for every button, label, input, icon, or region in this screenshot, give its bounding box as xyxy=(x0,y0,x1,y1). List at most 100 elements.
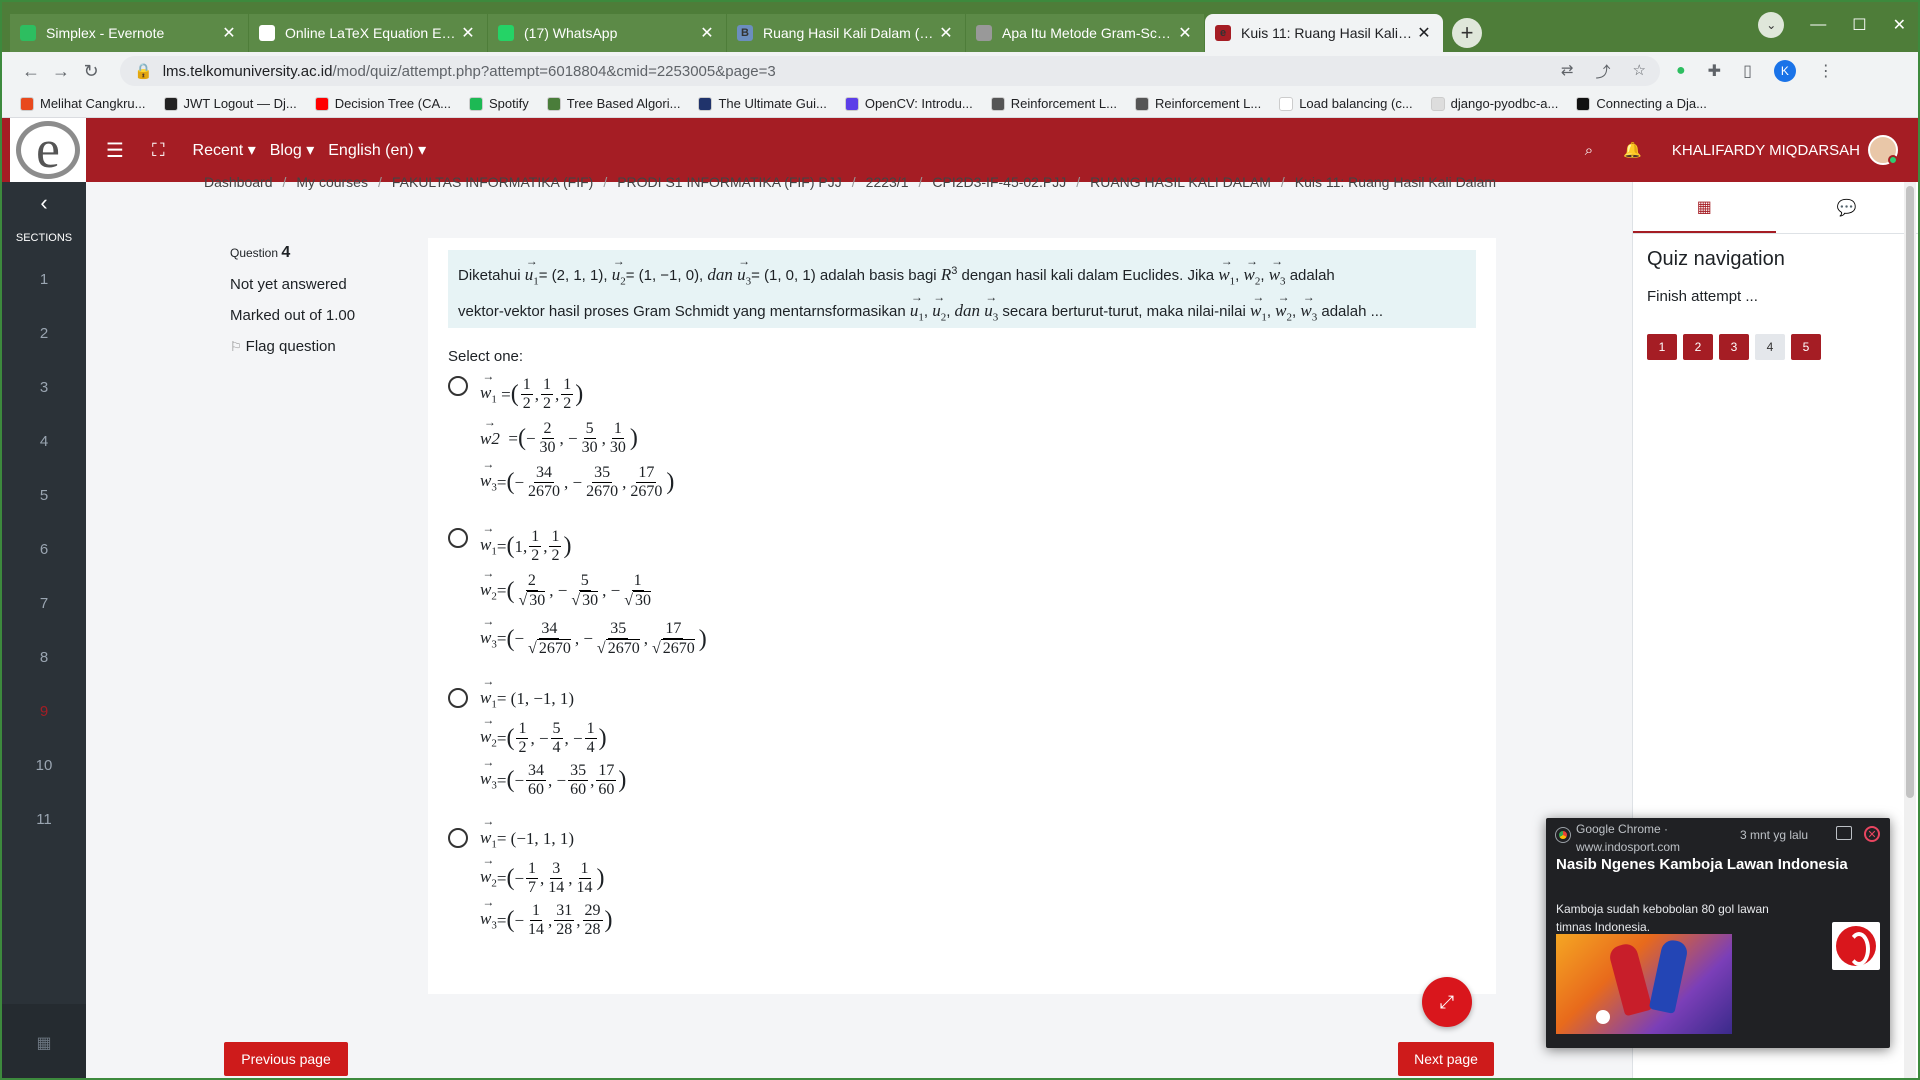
breadcrumb-item[interactable]: FAKULTAS INFORMATIKA (FIF) xyxy=(392,174,593,190)
radio-option-a[interactable] xyxy=(448,376,468,396)
tab-close-icon[interactable]: ✕ xyxy=(698,23,716,43)
tab-close-icon[interactable]: ✕ xyxy=(459,23,477,43)
quiz-nav-question-button[interactable]: 4 xyxy=(1755,334,1785,360)
search-icon[interactable]: ⌕ xyxy=(1585,142,1593,159)
browser-tab[interactable]: Simplex - Evernote ✕ xyxy=(10,14,248,52)
breadcrumb-item[interactable]: CPI2D3-IF-45-02.PJJ xyxy=(932,174,1066,190)
bookmark-item[interactable]: Melihat Cangkru... xyxy=(20,96,146,111)
bookmark-item[interactable]: The Ultimate Gui... xyxy=(698,96,827,111)
browser-tab[interactable]: (17) WhatsApp ✕ xyxy=(488,14,726,52)
qtext-R: R xyxy=(940,265,952,284)
tab-close-icon[interactable]: ✕ xyxy=(937,23,955,43)
bookmark-item[interactable]: Spotify xyxy=(469,96,529,111)
tab-favicon-icon xyxy=(259,25,275,41)
radio-option-b[interactable] xyxy=(448,528,468,548)
back-icon[interactable]: ← xyxy=(16,61,46,82)
quiz-nav-question-button[interactable]: 5 xyxy=(1791,334,1821,360)
site-logo[interactable]: e xyxy=(10,118,86,182)
quiz-nav-question-button[interactable]: 2 xyxy=(1683,334,1713,360)
previous-page-button[interactable]: Previous page xyxy=(224,1042,348,1076)
side-panel-icon[interactable]: ▯ xyxy=(1743,61,1752,81)
flag-question-link[interactable]: ⚐ Flag question xyxy=(230,338,410,355)
evernote-extension-icon[interactable]: ● xyxy=(1676,62,1686,80)
user-avatar[interactable] xyxy=(1868,135,1898,165)
bookmark-item[interactable]: OpenCV: Introdu... xyxy=(844,96,973,111)
qtext-part: adalah ... xyxy=(1321,303,1384,321)
new-tab-button[interactable]: + xyxy=(1452,18,1482,48)
blog-menu[interactable]: Blog ▾ xyxy=(270,140,315,160)
browser-tab[interactable]: Apa Itu Metode Gram-Schmidt ✕ xyxy=(966,14,1204,52)
browser-tab[interactable]: Online LaTeX Equation Editor ✕ xyxy=(249,14,487,52)
breadcrumb-item[interactable]: My courses xyxy=(296,174,368,190)
lock-icon[interactable]: 🔒 xyxy=(134,62,153,80)
browser-window: Simplex - Evernote ✕ Online LaTeX Equation… xyxy=(0,0,1920,1080)
bookmark-item[interactable]: Tree Based Algori... xyxy=(546,96,680,111)
bookmark-item[interactable]: Decision Tree (CA... xyxy=(314,96,451,111)
tab-blocks[interactable]: ▦ xyxy=(1633,182,1776,233)
bookmark-item[interactable]: Reinforcement L... xyxy=(1134,96,1261,111)
notification-close-icon[interactable]: ✕ xyxy=(1864,826,1880,842)
tab-messages[interactable]: 💬 xyxy=(1776,182,1919,233)
section-link[interactable]: 5 xyxy=(2,468,86,522)
radio-option-c[interactable] xyxy=(448,688,468,708)
hamburger-menu-icon[interactable]: ☰ xyxy=(106,138,124,163)
reload-icon[interactable]: ↻ xyxy=(76,61,106,82)
notification-bell-icon[interactable]: 🔔 xyxy=(1623,141,1642,159)
profile-avatar[interactable]: K xyxy=(1773,60,1796,82)
bookmark-item[interactable]: django-pyodbc-a... xyxy=(1430,96,1558,111)
breadcrumb-item[interactable]: PRODI S1 INFORMATIKA (FIF) PJJ xyxy=(617,174,842,190)
fullscreen-toggle-button[interactable]: ⤢ xyxy=(1422,977,1472,1027)
tab-close-icon[interactable]: ✕ xyxy=(1415,23,1433,43)
quiz-nav-question-button[interactable]: 3 xyxy=(1719,334,1749,360)
chrome-notification[interactable]: Google Chrome · www.indosport.com 3 mnt … xyxy=(1546,818,1890,1048)
recent-menu[interactable]: Recent ▾ xyxy=(193,140,256,160)
close-window-button[interactable]: ✕ xyxy=(1893,15,1906,35)
translate-icon[interactable]: ⇄ xyxy=(1561,61,1574,82)
bookmark-item[interactable]: Reinforcement L... xyxy=(990,96,1117,111)
page-scrollbar[interactable] xyxy=(1904,182,1916,1078)
address-bar[interactable]: 🔒 lms.telkomuniversity.ac.id/mod/quiz/at… xyxy=(120,56,1660,86)
maximize-button[interactable]: ☐ xyxy=(1852,15,1866,35)
section-link[interactable]: 10 xyxy=(2,738,86,792)
fullscreen-icon[interactable]: ⛶ xyxy=(152,140,165,161)
extensions-icon[interactable]: ✚ xyxy=(1708,61,1721,81)
section-link[interactable]: 4 xyxy=(2,414,86,468)
vec-w1: w1 xyxy=(480,369,497,406)
qtext-u1-value: = (2, 1, 1), xyxy=(538,267,608,284)
radio-option-d[interactable] xyxy=(448,828,468,848)
minimize-button[interactable]: — xyxy=(1810,16,1826,34)
tab-close-icon[interactable]: ✕ xyxy=(1176,23,1194,43)
collapse-drawer-icon[interactable]: ‹ xyxy=(2,182,86,224)
notification-settings-icon[interactable] xyxy=(1836,826,1852,840)
bookmark-item[interactable]: JWT Logout — Dj... xyxy=(163,96,297,111)
browser-tab[interactable]: e Kuis 11: Ruang Hasil Kali Dalam✕ xyxy=(1205,14,1443,52)
breadcrumb-item[interactable]: 2223/1 xyxy=(866,174,909,190)
share-icon[interactable]: ⤴ xyxy=(1596,61,1611,82)
breadcrumb-item[interactable]: RUANG HASIL KALI DALAM xyxy=(1090,174,1271,190)
section-link[interactable]: 3 xyxy=(2,360,86,414)
next-page-button[interactable]: Next page xyxy=(1398,1042,1494,1076)
bookmark-star-icon[interactable]: ☆ xyxy=(1633,61,1646,82)
section-link[interactable]: 7 xyxy=(2,576,86,630)
menu-icon[interactable]: ⋮ xyxy=(1818,61,1834,81)
breadcrumb-item[interactable]: Kuis 11: Ruang Hasil Kali Dalam xyxy=(1295,174,1496,190)
section-link[interactable]: 2 xyxy=(2,306,86,360)
section-link[interactable]: 1 xyxy=(2,252,86,306)
section-link[interactable]: 11 xyxy=(2,792,86,846)
language-menu[interactable]: English (en) ▾ xyxy=(328,140,426,160)
drawer-footer-icon[interactable]: ▦ xyxy=(2,1004,86,1078)
finish-attempt-link[interactable]: Finish attempt ... xyxy=(1647,288,1758,305)
quiz-nav-question-button[interactable]: 1 xyxy=(1647,334,1677,360)
tab-close-icon[interactable]: ✕ xyxy=(220,23,238,43)
section-link[interactable]: 9 xyxy=(2,684,86,738)
tab-search-icon[interactable]: ⌄ xyxy=(1758,12,1785,38)
scrollbar-thumb[interactable] xyxy=(1906,186,1914,798)
bookmark-item[interactable]: Load balancing (c... xyxy=(1279,96,1413,111)
section-link[interactable]: 6 xyxy=(2,522,86,576)
breadcrumb-item[interactable]: Dashboard xyxy=(204,174,273,190)
forward-icon[interactable]: → xyxy=(46,61,76,82)
browser-tab[interactable]: B Ruang Hasil Kali Dalam (RHKD)✕ xyxy=(727,14,965,52)
section-link[interactable]: 8 xyxy=(2,630,86,684)
bookmark-item[interactable]: Connecting a Dja... xyxy=(1576,96,1707,111)
user-menu[interactable]: KHALIFARDY MIQDARSAH xyxy=(1672,135,1898,165)
